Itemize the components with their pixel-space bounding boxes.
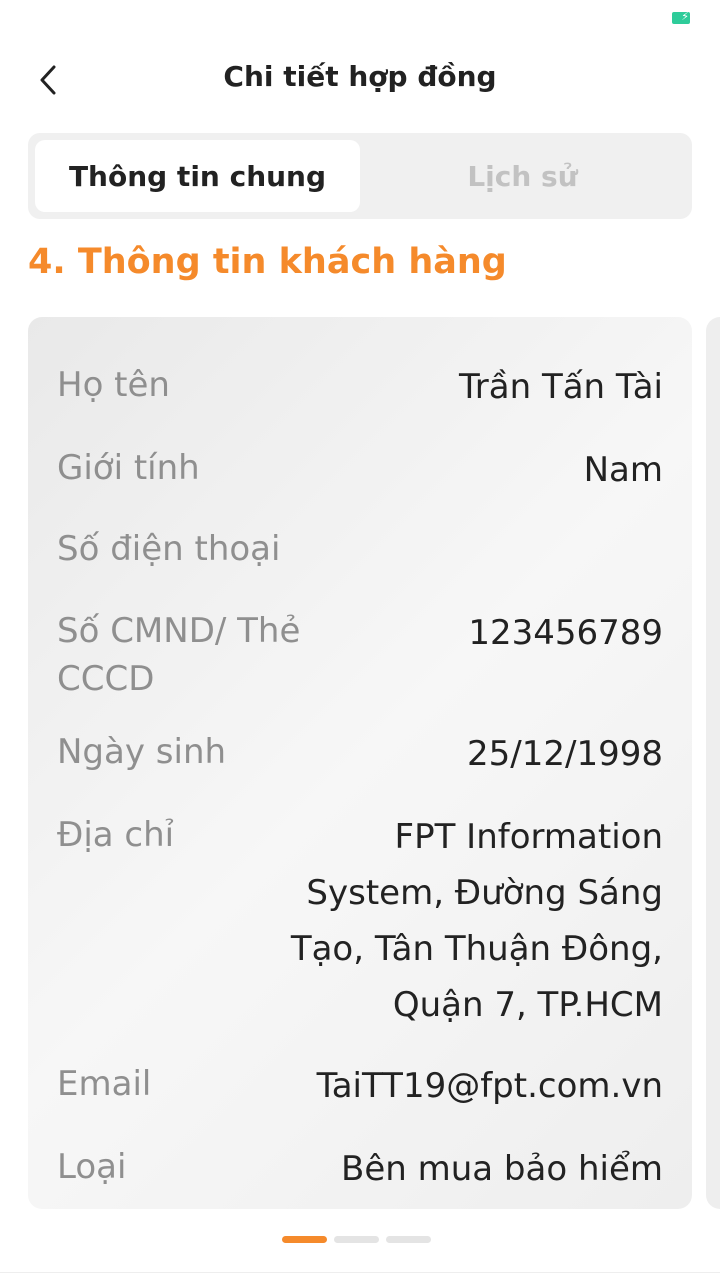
- tab-bar: Thông tin chung Lịch sử: [28, 133, 692, 219]
- battery-icon: ⚡: [672, 10, 690, 24]
- page-indicator: [0, 1236, 720, 1244]
- field-label: Số điện thoại: [57, 529, 281, 569]
- status-bar: ⚡: [0, 0, 720, 40]
- field-value: Nam: [583, 450, 663, 490]
- page-dot[interactable]: [334, 1236, 379, 1243]
- tab-history[interactable]: Lịch sử: [360, 140, 685, 212]
- field-value: 25/12/1998: [467, 734, 663, 774]
- app-header: Chi tiết hợp đồng: [0, 40, 720, 120]
- page-dot-active[interactable]: [282, 1236, 327, 1243]
- customer-info-card: Họ tên Trần Tấn Tài Giới tính Nam Số điệ…: [28, 317, 692, 1209]
- charging-bolt-icon: ⚡: [681, 10, 689, 23]
- tab-general-info[interactable]: Thông tin chung: [35, 140, 360, 212]
- divider: [0, 1272, 720, 1273]
- field-value: TaiTT19@fpt.com.vn: [316, 1066, 663, 1106]
- page-dot[interactable]: [386, 1236, 431, 1243]
- field-value: Bên mua bảo hiểm: [341, 1149, 663, 1189]
- field-value: Trần Tấn Tài: [459, 367, 663, 407]
- page-title: Chi tiết hợp đồng: [223, 60, 497, 93]
- next-card-preview[interactable]: [706, 317, 720, 1209]
- field-value: FPT Information System, Đường Sáng Tạo, …: [290, 817, 663, 1025]
- section-title: 4. Thông tin khách hàng: [28, 242, 507, 282]
- field-value: 123456789: [468, 613, 663, 653]
